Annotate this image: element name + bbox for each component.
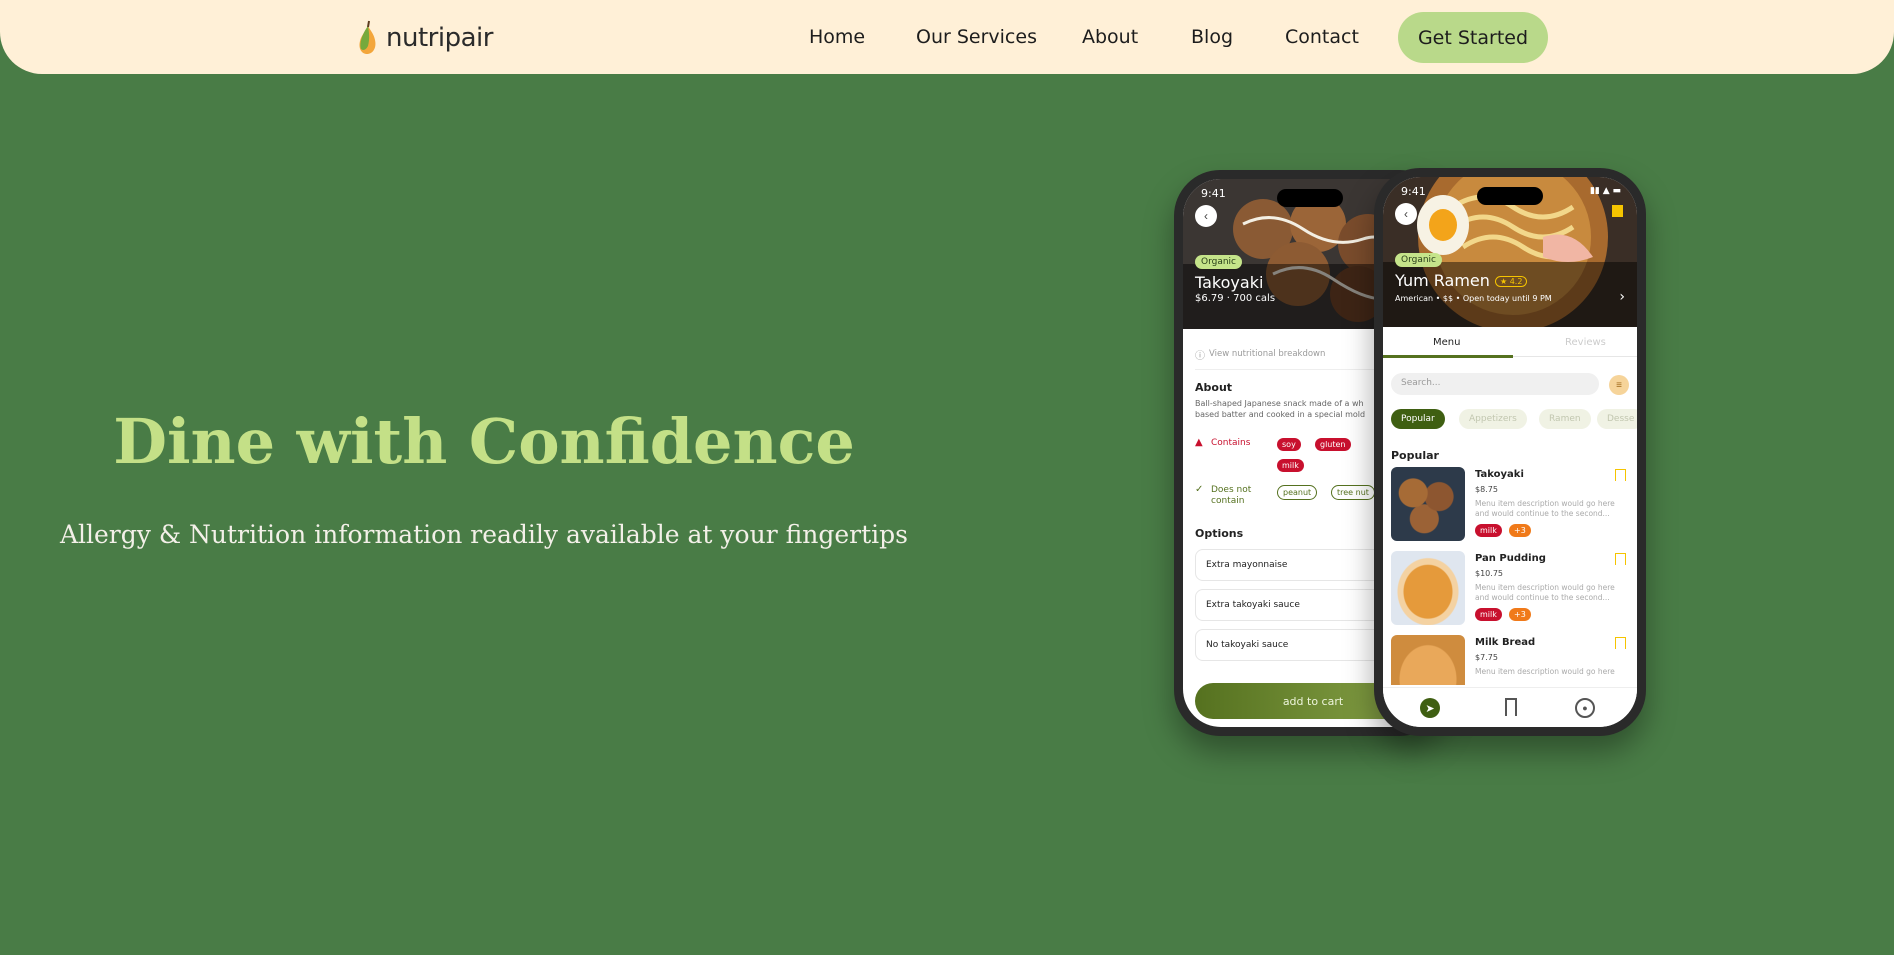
back-chevron-icon[interactable]: ‹ bbox=[1195, 205, 1217, 227]
phone-mockup-ramen: 9:41 ▮▮ ▲ ▬ ‹ Organic Yum Ramen ★ 4.2 Am… bbox=[1374, 168, 1646, 736]
contains-label: Contains bbox=[1211, 438, 1251, 448]
compass-icon[interactable]: ➤ bbox=[1420, 698, 1440, 718]
filter-icon[interactable]: ≡ bbox=[1609, 375, 1629, 395]
pear-logo-icon bbox=[359, 20, 376, 54]
about-text-line-1: Ball-shaped Japanese snack made of a wh bbox=[1195, 399, 1364, 408]
brand[interactable]: nutripair bbox=[356, 20, 493, 56]
nav-link-about[interactable]: About bbox=[1082, 26, 1138, 48]
safe-chip-peanut: peanut bbox=[1277, 485, 1318, 500]
organic-badge: Organic bbox=[1395, 253, 1443, 267]
item-name: Takoyaki bbox=[1475, 469, 1524, 480]
bottom-tab-bar: ➤ ● bbox=[1383, 687, 1637, 727]
item-desc-line-1: Menu item description would go here bbox=[1475, 583, 1615, 592]
dish-meta: $6.79 · 700 cals bbox=[1195, 293, 1276, 304]
search-placeholder: Search... bbox=[1401, 378, 1441, 388]
filter-chip-popular[interactable]: Popular bbox=[1391, 409, 1445, 429]
safe-chip-tree-nut: tree nut bbox=[1331, 485, 1375, 500]
nav-link-services[interactable]: Our Services bbox=[916, 26, 1037, 48]
item-name: Milk Bread bbox=[1475, 637, 1536, 648]
takoyaki-thumbnail bbox=[1391, 467, 1465, 541]
more-allergens-chip: +3 bbox=[1509, 608, 1531, 621]
dish-title: Takoyaki bbox=[1195, 273, 1264, 292]
bookmark-icon[interactable] bbox=[1615, 637, 1626, 649]
dynamic-island bbox=[1477, 187, 1543, 205]
allergen-chip-gluten: gluten bbox=[1315, 438, 1351, 451]
menu-item-takoyaki[interactable]: Takoyaki $8.75 Menu item description wou… bbox=[1383, 467, 1637, 545]
allergen-chip-milk: milk bbox=[1475, 608, 1502, 621]
menu-item-pan-pudding[interactable]: Pan Pudding $10.75 Menu item description… bbox=[1383, 551, 1637, 629]
status-icons: ▮▮ ▲ ▬ bbox=[1589, 186, 1621, 196]
item-desc-line-1: Menu item description would go here bbox=[1475, 499, 1615, 508]
dynamic-island bbox=[1277, 189, 1343, 207]
restaurant-title: Yum Ramen bbox=[1395, 271, 1490, 290]
status-time: 9:41 bbox=[1201, 187, 1226, 200]
bookmark-icon[interactable] bbox=[1615, 553, 1626, 565]
get-started-button[interactable]: Get Started bbox=[1398, 12, 1548, 63]
filter-chip-desserts[interactable]: Desse bbox=[1597, 409, 1637, 429]
options-heading: Options bbox=[1195, 527, 1244, 540]
not-contain-label-line-1: Does not bbox=[1211, 485, 1252, 495]
menu-search-input[interactable]: Search... bbox=[1391, 373, 1599, 395]
warning-icon: ▲ bbox=[1195, 437, 1203, 448]
allergen-chip-milk: milk bbox=[1277, 459, 1304, 472]
milk-bread-thumbnail bbox=[1391, 635, 1465, 685]
item-price: $8.75 bbox=[1475, 485, 1498, 494]
section-heading: Popular bbox=[1391, 449, 1439, 462]
filter-chip-appetizers[interactable]: Appetizers bbox=[1459, 409, 1527, 429]
tab-menu[interactable]: Menu bbox=[1433, 337, 1460, 348]
hero-subtitle: Allergy & Nutrition information readily … bbox=[59, 520, 909, 549]
filter-chip-ramen[interactable]: Ramen bbox=[1539, 409, 1591, 429]
bookmark-icon[interactable] bbox=[1505, 698, 1517, 716]
item-name: Pan Pudding bbox=[1475, 553, 1546, 564]
more-allergens-chip: +3 bbox=[1509, 524, 1531, 537]
back-chevron-icon[interactable]: ‹ bbox=[1395, 203, 1417, 225]
tab-indicator bbox=[1383, 355, 1513, 358]
tab-underline bbox=[1513, 356, 1637, 357]
allergen-chip-milk: milk bbox=[1475, 524, 1502, 537]
nav-link-blog[interactable]: Blog bbox=[1191, 26, 1233, 48]
item-price: $10.75 bbox=[1475, 569, 1503, 578]
profile-icon[interactable]: ● bbox=[1575, 698, 1595, 718]
pan-pudding-thumbnail bbox=[1391, 551, 1465, 625]
rating-value: 4.2 bbox=[1509, 277, 1523, 286]
chevron-right-icon[interactable]: › bbox=[1619, 289, 1625, 305]
about-text-line-2: based batter and cooked in a special mol… bbox=[1195, 410, 1366, 419]
nav-link-home[interactable]: Home bbox=[809, 26, 865, 48]
item-desc-line-1: Menu item description would go here bbox=[1475, 667, 1615, 676]
organic-badge: Organic bbox=[1195, 255, 1243, 269]
item-desc-line-2: and would continue to the second... bbox=[1475, 509, 1610, 518]
menu-item-milk-bread[interactable]: Milk Bread $7.75 Menu item description w… bbox=[1383, 635, 1637, 685]
tab-reviews[interactable]: Reviews bbox=[1565, 337, 1606, 348]
nav-link-contact[interactable]: Contact bbox=[1285, 26, 1359, 48]
hero-title: Dine with Confidence bbox=[113, 405, 855, 478]
info-icon: ⓘ bbox=[1195, 351, 1205, 362]
item-price: $7.75 bbox=[1475, 653, 1498, 662]
brand-name: nutripair bbox=[386, 23, 493, 53]
nutrition-link[interactable]: View nutritional breakdown bbox=[1209, 349, 1325, 359]
phone-screen: 9:41 ▮▮ ▲ ▬ ‹ Organic Yum Ramen ★ 4.2 Am… bbox=[1383, 177, 1637, 727]
allergen-chip-soy: soy bbox=[1277, 438, 1301, 451]
status-time: 9:41 bbox=[1401, 185, 1426, 198]
about-heading: About bbox=[1195, 381, 1233, 394]
check-icon: ✓ bbox=[1195, 484, 1204, 495]
bookmark-icon[interactable] bbox=[1615, 469, 1626, 481]
item-desc-line-2: and would continue to the second... bbox=[1475, 593, 1610, 602]
restaurant-meta: American • $$ • Open today until 9 PM bbox=[1395, 294, 1552, 303]
rating-badge: ★ 4.2 bbox=[1495, 276, 1528, 287]
top-navbar: nutripair Home Our Services About Blog C… bbox=[0, 0, 1894, 74]
bookmark-icon[interactable] bbox=[1612, 205, 1623, 217]
not-contain-label-line-2: contain bbox=[1211, 496, 1245, 506]
